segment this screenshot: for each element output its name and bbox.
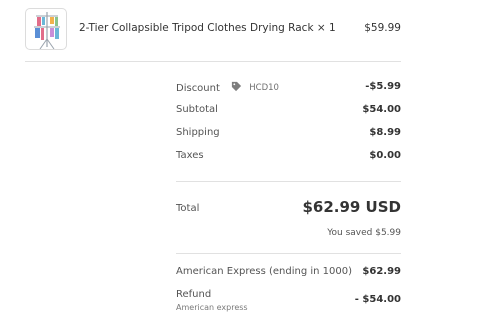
refund-label: Refund [176,289,212,300]
discount-label-group: Discount HCD10 [176,81,279,95]
taxes-label: Taxes [176,150,204,161]
payment-method-label: American Express (ending in 1000) [176,266,353,277]
product-thumbnail [25,8,67,50]
discount-row: Discount HCD10 -$5.99 [176,81,401,95]
shipping-label: Shipping [176,127,220,138]
divider [176,181,401,182]
clothes-drying-rack-icon [34,12,60,49]
discount-value: -$5.99 [365,81,401,92]
taxes-row: Taxes $0.00 [176,150,401,164]
taxes-value: $0.00 [369,150,401,161]
refund-row: Refund American express - $54.00 [176,289,401,315]
product-title: 2-Tier Collapsible Tripod Clothes Drying… [79,22,336,34]
payment-row: American Express (ending in 1000) $62.99 [176,266,401,280]
tag-icon [231,81,242,95]
discount-code: HCD10 [249,83,279,93]
payment-amount: $62.99 [362,266,401,277]
shipping-row: Shipping $8.99 [176,127,401,141]
divider [176,253,401,254]
subtotal-label: Subtotal [176,104,218,115]
product-name: 2-Tier Collapsible Tripod Clothes Drying… [79,22,314,34]
total-row: Total $62.99 USD [176,198,401,220]
refund-amount: - $54.00 [354,294,401,305]
refund-method: American express [176,303,248,312]
savings-note: You saved $5.99 [327,228,401,238]
shipping-value: $8.99 [369,127,401,138]
discount-label: Discount [176,83,220,94]
total-label: Total [176,203,200,214]
product-price: $59.99 [364,22,401,34]
divider [25,61,401,62]
product-quantity: × 1 [316,22,336,34]
subtotal-row: Subtotal $54.00 [176,104,401,118]
total-value: $62.99 USD [302,198,401,216]
subtotal-value: $54.00 [362,104,401,115]
